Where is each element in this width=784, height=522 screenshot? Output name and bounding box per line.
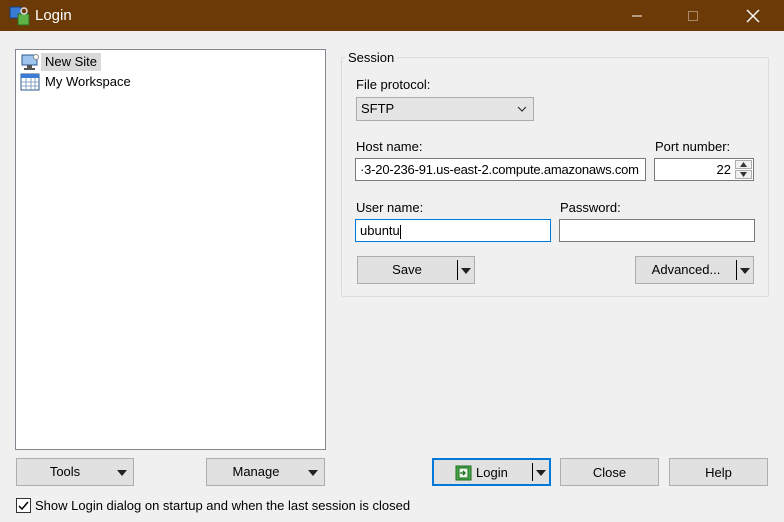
port-up-button[interactable] [735,160,752,169]
close-button-label: Close [592,464,627,480]
startup-checkbox-label: Show Login dialog on startup and when th… [35,498,411,513]
window-title: Login [35,7,72,24]
user-name-value: ubuntu [360,223,400,238]
minimize-button[interactable] [614,0,660,31]
maximize-icon [688,10,698,21]
caret-down-icon [740,172,747,177]
dropdown-arrow-icon [536,470,546,476]
title-bar: Login [0,0,784,31]
host-name-input[interactable]: ·3-20-236-91.us-east-2.compute.amazonaws… [355,158,646,181]
startup-checkbox[interactable] [16,498,31,513]
login-button[interactable]: Login [432,458,551,486]
save-button-label: Save [392,262,422,277]
advanced-button[interactable]: Advanced... [635,256,754,284]
help-button-label: Help [705,464,732,480]
tools-button-label: Tools [49,464,81,479]
site-item-my-workspace[interactable]: My Workspace [19,72,135,91]
file-protocol-label: File protocol: [356,77,431,92]
winscp-icon [9,6,30,26]
password-label: Password: [560,200,621,215]
dropdown-arrow-icon [461,268,471,274]
window-close-button[interactable] [730,0,776,31]
manage-button-label: Manage [232,464,280,479]
caret-up-icon [740,162,747,167]
login-door-icon [455,465,472,481]
session-group-label: Session [345,50,398,65]
maximize-button[interactable] [670,0,716,31]
text-caret [399,224,401,239]
port-number-value: 22 [716,162,731,177]
file-protocol-value: SFTP [361,101,395,116]
user-name-input[interactable]: ubuntu [355,219,551,242]
workspace-grid-icon [19,72,41,91]
site-item-new-site[interactable]: New Site [19,52,102,71]
close-button[interactable]: Close [560,458,659,486]
manage-button[interactable]: Manage [206,458,325,486]
login-button-label: Login [476,465,508,480]
host-name-value: ·3-20-236-91.us-east-2.compute.amazonaws… [360,162,639,177]
site-item-label: My Workspace [45,73,131,89]
new-site-monitor-icon [19,52,41,71]
startup-checkbox-row[interactable]: Show Login dialog on startup and when th… [16,497,410,514]
host-name-label: Host name: [356,139,423,154]
user-name-label: User name: [356,200,424,215]
site-item-label: New Site [41,52,102,71]
port-number-label: Port number: [655,139,731,154]
port-down-button[interactable] [735,170,752,179]
password-input[interactable] [559,219,755,242]
dropdown-arrow-icon [740,268,750,274]
chevron-down-icon [517,106,527,112]
close-icon [746,9,760,22]
advanced-button-label: Advanced... [651,262,721,277]
save-button[interactable]: Save [357,256,475,284]
help-button[interactable]: Help [669,458,768,486]
minimize-icon [632,15,642,16]
port-number-stepper[interactable]: 22 [654,158,754,181]
dropdown-arrow-icon [117,470,127,476]
file-protocol-select[interactable]: SFTP [356,97,534,121]
tools-button[interactable]: Tools [16,458,134,486]
site-tree[interactable]: New Site My Workspace [15,49,326,450]
dropdown-arrow-icon [308,470,318,476]
checkmark-icon [18,501,29,510]
